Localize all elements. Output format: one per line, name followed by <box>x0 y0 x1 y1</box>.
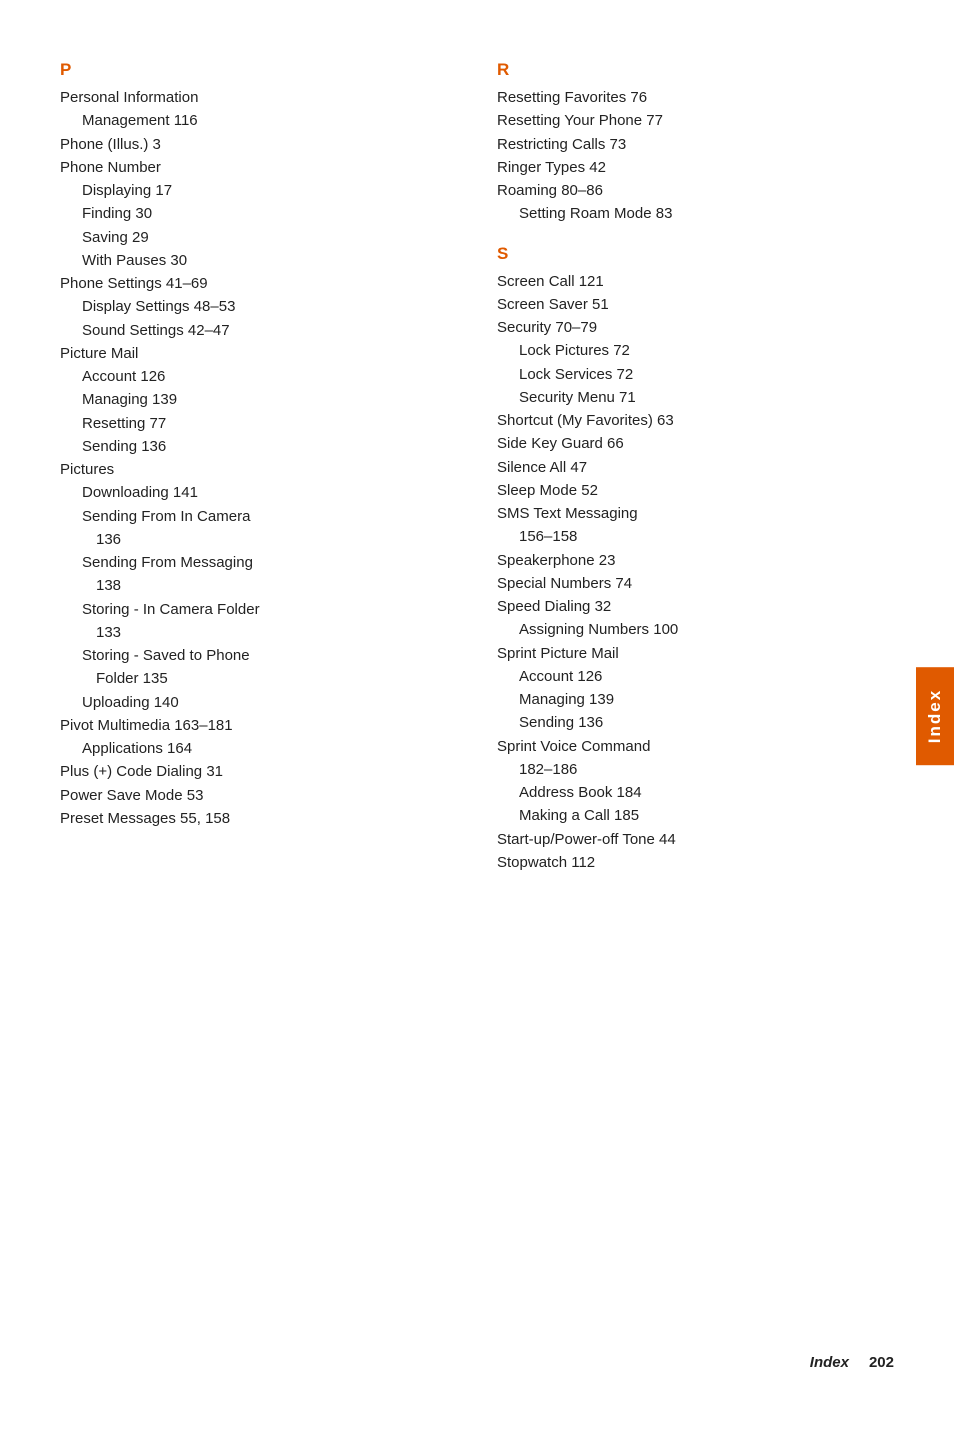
list-item: Downloading 141 <box>60 481 447 504</box>
list-item: Applications 164 <box>60 737 447 760</box>
list-item: Sound Settings 42–47 <box>60 319 447 342</box>
footer-text: Index 202 <box>810 1354 894 1371</box>
index-columns: P Personal InformationManagement 116Phon… <box>60 60 894 1314</box>
list-item: Speed Dialing 32 <box>497 595 884 618</box>
list-item: Sleep Mode 52 <box>497 479 884 502</box>
section-letter-r: R <box>497 60 884 80</box>
section-letter-s: S <box>497 244 884 264</box>
list-item: Picture Mail <box>60 342 447 365</box>
list-item: 156–158 <box>497 525 884 548</box>
list-item: Storing - Saved to Phone <box>60 644 447 667</box>
list-item: Sending From Messaging <box>60 551 447 574</box>
list-item: 138 <box>60 574 447 597</box>
list-item: Uploading 140 <box>60 691 447 714</box>
list-item: Displaying 17 <box>60 179 447 202</box>
footer: Index 202 <box>60 1344 894 1371</box>
list-item: Speakerphone 23 <box>497 549 884 572</box>
list-item: Stopwatch 112 <box>497 851 884 874</box>
list-item: 136 <box>60 528 447 551</box>
list-item: Saving 29 <box>60 226 447 249</box>
list-item: Power Save Mode 53 <box>60 784 447 807</box>
list-item: Security Menu 71 <box>497 386 884 409</box>
list-item: Resetting Favorites 76 <box>497 86 884 109</box>
list-item: Lock Services 72 <box>497 363 884 386</box>
list-item: Phone (Illus.) 3 <box>60 133 447 156</box>
list-item: Storing - In Camera Folder <box>60 598 447 621</box>
list-item: Resetting 77 <box>60 412 447 435</box>
left-entries: Personal InformationManagement 116Phone … <box>60 86 447 830</box>
list-item: Setting Roam Mode 83 <box>497 202 884 225</box>
section-letter-p: P <box>60 60 447 80</box>
list-item: Folder 135 <box>60 667 447 690</box>
list-item: Sending 136 <box>60 435 447 458</box>
list-item: Ringer Types 42 <box>497 156 884 179</box>
list-item: 182–186 <box>497 758 884 781</box>
list-item: Management 116 <box>60 109 447 132</box>
left-column: P Personal InformationManagement 116Phon… <box>60 60 457 1314</box>
list-item: SMS Text Messaging <box>497 502 884 525</box>
list-item: Managing 139 <box>60 388 447 411</box>
side-tab: Index <box>916 666 954 764</box>
list-item: Phone Settings 41–69 <box>60 272 447 295</box>
list-item: Restricting Calls 73 <box>497 133 884 156</box>
list-item: Shortcut (My Favorites) 63 <box>497 409 884 432</box>
side-tab-label: Index <box>925 688 945 742</box>
list-item: Resetting Your Phone 77 <box>497 109 884 132</box>
list-item: Start-up/Power-off Tone 44 <box>497 828 884 851</box>
footer-page-number: 202 <box>869 1354 894 1371</box>
list-item: Security 70–79 <box>497 316 884 339</box>
list-item: Plus (+) Code Dialing 31 <box>60 760 447 783</box>
list-item: Sending From In Camera <box>60 505 447 528</box>
list-item: Pivot Multimedia 163–181 <box>60 714 447 737</box>
list-item: Screen Saver 51 <box>497 293 884 316</box>
list-item: Roaming 80–86 <box>497 179 884 202</box>
footer-index-label: Index <box>810 1354 849 1371</box>
list-item: Phone Number <box>60 156 447 179</box>
list-item: 133 <box>60 621 447 644</box>
list-item: Account 126 <box>60 365 447 388</box>
right-column: R Resetting Favorites 76Resetting Your Ph… <box>497 60 894 1314</box>
list-item: Personal Information <box>60 86 447 109</box>
page-container: Index P Personal InformationManagement 1… <box>0 0 954 1431</box>
list-item: Making a Call 185 <box>497 804 884 827</box>
list-item: Sprint Voice Command <box>497 735 884 758</box>
list-item: Screen Call 121 <box>497 270 884 293</box>
list-item: Finding 30 <box>60 202 447 225</box>
list-item: Preset Messages 55, 158 <box>60 807 447 830</box>
list-item: Sending 136 <box>497 711 884 734</box>
list-item: With Pauses 30 <box>60 249 447 272</box>
list-item: Silence All 47 <box>497 456 884 479</box>
list-item: Managing 139 <box>497 688 884 711</box>
list-item: Sprint Picture Mail <box>497 642 884 665</box>
list-item: Address Book 184 <box>497 781 884 804</box>
list-item: Lock Pictures 72 <box>497 339 884 362</box>
list-item: Pictures <box>60 458 447 481</box>
list-item: Special Numbers 74 <box>497 572 884 595</box>
list-item: Account 126 <box>497 665 884 688</box>
list-item: Display Settings 48–53 <box>60 295 447 318</box>
list-item: Assigning Numbers 100 <box>497 618 884 641</box>
list-item: Side Key Guard 66 <box>497 432 884 455</box>
